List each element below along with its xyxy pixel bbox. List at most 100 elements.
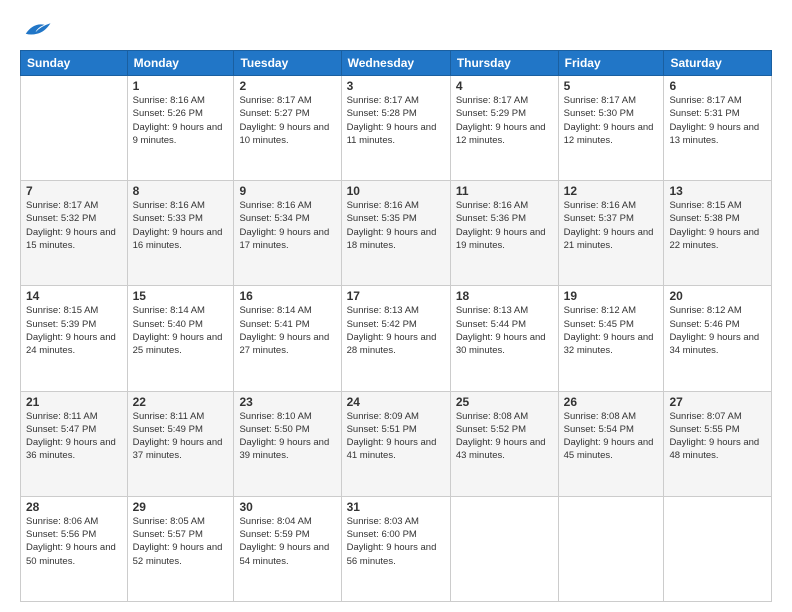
day-info: Sunrise: 8:13 AM Sunset: 5:42 PM Dayligh… [347, 304, 445, 357]
day-info: Sunrise: 8:14 AM Sunset: 5:41 PM Dayligh… [239, 304, 335, 357]
calendar-cell: 12 Sunrise: 8:16 AM Sunset: 5:37 PM Dayl… [558, 181, 664, 286]
day-number: 13 [669, 184, 766, 198]
day-number: 6 [669, 79, 766, 93]
day-info: Sunrise: 8:12 AM Sunset: 5:46 PM Dayligh… [669, 304, 766, 357]
calendar-cell: 6 Sunrise: 8:17 AM Sunset: 5:31 PM Dayli… [664, 76, 772, 181]
daylight-text: Daylight: 9 hours and 21 minutes. [564, 226, 659, 253]
header [20, 18, 772, 42]
day-number: 26 [564, 395, 659, 409]
daylight-text: Daylight: 9 hours and 50 minutes. [26, 541, 122, 568]
sunrise-text: Sunrise: 8:16 AM [456, 199, 553, 212]
daylight-text: Daylight: 9 hours and 32 minutes. [564, 331, 659, 358]
logo [20, 18, 52, 42]
calendar-cell: 24 Sunrise: 8:09 AM Sunset: 5:51 PM Dayl… [341, 391, 450, 496]
daylight-text: Daylight: 9 hours and 52 minutes. [133, 541, 229, 568]
day-info: Sunrise: 8:05 AM Sunset: 5:57 PM Dayligh… [133, 515, 229, 568]
calendar-cell: 20 Sunrise: 8:12 AM Sunset: 5:46 PM Dayl… [664, 286, 772, 391]
day-number: 24 [347, 395, 445, 409]
sunrise-text: Sunrise: 8:16 AM [564, 199, 659, 212]
daylight-text: Daylight: 9 hours and 37 minutes. [133, 436, 229, 463]
sunrise-text: Sunrise: 8:07 AM [669, 410, 766, 423]
daylight-text: Daylight: 9 hours and 56 minutes. [347, 541, 445, 568]
sunset-text: Sunset: 5:39 PM [26, 318, 122, 331]
sunrise-text: Sunrise: 8:17 AM [564, 94, 659, 107]
day-header-wednesday: Wednesday [341, 51, 450, 76]
day-number: 16 [239, 289, 335, 303]
sunset-text: Sunset: 5:35 PM [347, 212, 445, 225]
day-info: Sunrise: 8:16 AM Sunset: 5:34 PM Dayligh… [239, 199, 335, 252]
daylight-text: Daylight: 9 hours and 9 minutes. [133, 121, 229, 148]
sunrise-text: Sunrise: 8:08 AM [456, 410, 553, 423]
day-info: Sunrise: 8:16 AM Sunset: 5:37 PM Dayligh… [564, 199, 659, 252]
day-info: Sunrise: 8:12 AM Sunset: 5:45 PM Dayligh… [564, 304, 659, 357]
day-info: Sunrise: 8:03 AM Sunset: 6:00 PM Dayligh… [347, 515, 445, 568]
sunrise-text: Sunrise: 8:15 AM [669, 199, 766, 212]
sunset-text: Sunset: 5:51 PM [347, 423, 445, 436]
sunrise-text: Sunrise: 8:11 AM [26, 410, 122, 423]
calendar-cell: 28 Sunrise: 8:06 AM Sunset: 5:56 PM Dayl… [21, 496, 128, 601]
daylight-text: Daylight: 9 hours and 36 minutes. [26, 436, 122, 463]
day-number: 2 [239, 79, 335, 93]
sunset-text: Sunset: 5:27 PM [239, 107, 335, 120]
sunrise-text: Sunrise: 8:13 AM [456, 304, 553, 317]
sunrise-text: Sunrise: 8:17 AM [26, 199, 122, 212]
calendar-cell: 11 Sunrise: 8:16 AM Sunset: 5:36 PM Dayl… [450, 181, 558, 286]
daylight-text: Daylight: 9 hours and 48 minutes. [669, 436, 766, 463]
calendar-cell: 10 Sunrise: 8:16 AM Sunset: 5:35 PM Dayl… [341, 181, 450, 286]
day-number: 23 [239, 395, 335, 409]
sunrise-text: Sunrise: 8:17 AM [669, 94, 766, 107]
sunset-text: Sunset: 5:52 PM [456, 423, 553, 436]
day-number: 21 [26, 395, 122, 409]
sunset-text: Sunset: 5:42 PM [347, 318, 445, 331]
calendar-cell: 14 Sunrise: 8:15 AM Sunset: 5:39 PM Dayl… [21, 286, 128, 391]
sunrise-text: Sunrise: 8:14 AM [133, 304, 229, 317]
day-info: Sunrise: 8:07 AM Sunset: 5:55 PM Dayligh… [669, 410, 766, 463]
week-row-2: 14 Sunrise: 8:15 AM Sunset: 5:39 PM Dayl… [21, 286, 772, 391]
day-number: 20 [669, 289, 766, 303]
sunset-text: Sunset: 5:56 PM [26, 528, 122, 541]
day-number: 10 [347, 184, 445, 198]
day-info: Sunrise: 8:16 AM Sunset: 5:33 PM Dayligh… [133, 199, 229, 252]
day-info: Sunrise: 8:11 AM Sunset: 5:47 PM Dayligh… [26, 410, 122, 463]
daylight-text: Daylight: 9 hours and 19 minutes. [456, 226, 553, 253]
daylight-text: Daylight: 9 hours and 10 minutes. [239, 121, 335, 148]
calendar-cell: 7 Sunrise: 8:17 AM Sunset: 5:32 PM Dayli… [21, 181, 128, 286]
sunset-text: Sunset: 5:38 PM [669, 212, 766, 225]
calendar-cell: 5 Sunrise: 8:17 AM Sunset: 5:30 PM Dayli… [558, 76, 664, 181]
day-info: Sunrise: 8:15 AM Sunset: 5:39 PM Dayligh… [26, 304, 122, 357]
sunrise-text: Sunrise: 8:09 AM [347, 410, 445, 423]
sunrise-text: Sunrise: 8:11 AM [133, 410, 229, 423]
sunset-text: Sunset: 5:47 PM [26, 423, 122, 436]
day-number: 30 [239, 500, 335, 514]
day-number: 9 [239, 184, 335, 198]
calendar-cell: 4 Sunrise: 8:17 AM Sunset: 5:29 PM Dayli… [450, 76, 558, 181]
day-info: Sunrise: 8:17 AM Sunset: 5:28 PM Dayligh… [347, 94, 445, 147]
day-info: Sunrise: 8:13 AM Sunset: 5:44 PM Dayligh… [456, 304, 553, 357]
sunrise-text: Sunrise: 8:12 AM [564, 304, 659, 317]
calendar-cell: 21 Sunrise: 8:11 AM Sunset: 5:47 PM Dayl… [21, 391, 128, 496]
day-info: Sunrise: 8:06 AM Sunset: 5:56 PM Dayligh… [26, 515, 122, 568]
day-info: Sunrise: 8:17 AM Sunset: 5:32 PM Dayligh… [26, 199, 122, 252]
calendar-cell [664, 496, 772, 601]
sunset-text: Sunset: 5:26 PM [133, 107, 229, 120]
daylight-text: Daylight: 9 hours and 13 minutes. [669, 121, 766, 148]
sunset-text: Sunset: 5:36 PM [456, 212, 553, 225]
sunset-text: Sunset: 5:41 PM [239, 318, 335, 331]
day-info: Sunrise: 8:04 AM Sunset: 5:59 PM Dayligh… [239, 515, 335, 568]
calendar-table: SundayMondayTuesdayWednesdayThursdayFrid… [20, 50, 772, 602]
daylight-text: Daylight: 9 hours and 24 minutes. [26, 331, 122, 358]
sunrise-text: Sunrise: 8:06 AM [26, 515, 122, 528]
daylight-text: Daylight: 9 hours and 54 minutes. [239, 541, 335, 568]
sunset-text: Sunset: 5:30 PM [564, 107, 659, 120]
week-row-0: 1 Sunrise: 8:16 AM Sunset: 5:26 PM Dayli… [21, 76, 772, 181]
sunset-text: Sunset: 5:45 PM [564, 318, 659, 331]
day-number: 4 [456, 79, 553, 93]
daylight-text: Daylight: 9 hours and 43 minutes. [456, 436, 553, 463]
calendar-cell: 30 Sunrise: 8:04 AM Sunset: 5:59 PM Dayl… [234, 496, 341, 601]
day-header-row: SundayMondayTuesdayWednesdayThursdayFrid… [21, 51, 772, 76]
calendar-cell: 13 Sunrise: 8:15 AM Sunset: 5:38 PM Dayl… [664, 181, 772, 286]
sunset-text: Sunset: 5:50 PM [239, 423, 335, 436]
sunset-text: Sunset: 5:37 PM [564, 212, 659, 225]
sunrise-text: Sunrise: 8:13 AM [347, 304, 445, 317]
day-number: 27 [669, 395, 766, 409]
